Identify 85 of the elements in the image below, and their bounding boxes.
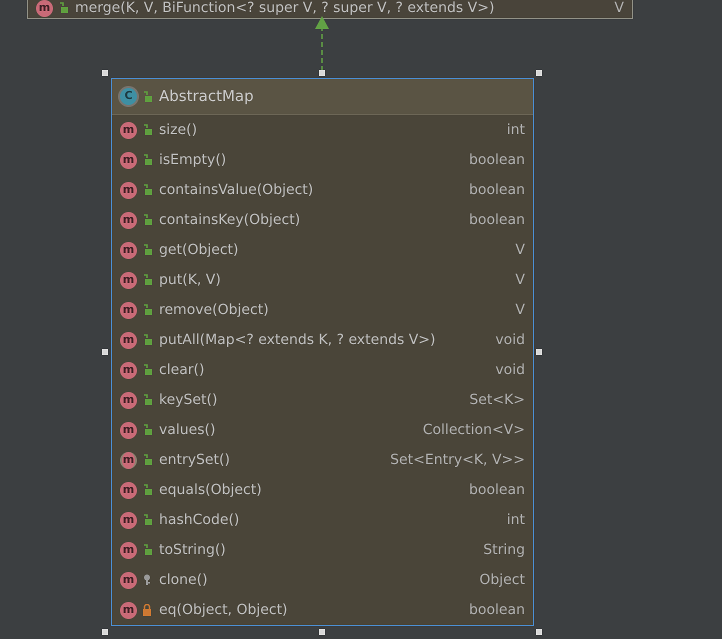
method-icon: m	[120, 332, 137, 348]
class-icon: C	[120, 88, 137, 105]
method-name: equals(Object)	[159, 480, 262, 500]
method-icon: m	[36, 0, 53, 16]
unlocked-padlock-icon	[142, 424, 152, 436]
unlocked-padlock-icon	[142, 514, 152, 526]
return-type: int	[506, 120, 525, 140]
unlocked-padlock-icon	[142, 244, 152, 256]
return-type: void	[495, 330, 525, 350]
unlocked-padlock-icon	[142, 544, 152, 556]
method-name: toString()	[159, 540, 226, 560]
return-type: V	[515, 300, 525, 320]
return-type: V	[515, 270, 525, 290]
method-icon: m	[120, 362, 137, 378]
method-icon: m	[120, 272, 137, 288]
method-icon: m	[120, 242, 137, 258]
method-icon: m	[120, 122, 137, 138]
unlocked-padlock-icon	[142, 454, 152, 466]
method-name: clear()	[159, 360, 204, 380]
method-name: hashCode()	[159, 510, 240, 530]
return-type: Object	[479, 570, 525, 590]
resize-handle[interactable]	[102, 70, 108, 76]
method-icon: m	[120, 512, 137, 528]
method-icon: m	[120, 422, 137, 438]
method-icon: m	[120, 212, 137, 228]
unlocked-padlock-icon	[142, 364, 152, 376]
resize-handle[interactable]	[102, 349, 108, 355]
return-type: Set<Entry<K, V>>	[390, 450, 525, 470]
return-type: int	[506, 510, 525, 530]
resize-handle[interactable]	[102, 629, 108, 635]
method-name: containsValue(Object)	[159, 180, 314, 200]
return-type: String	[483, 540, 525, 560]
method-name: keySet()	[159, 390, 218, 410]
return-type: void	[495, 360, 525, 380]
return-type: Collection<V>	[422, 420, 525, 440]
unlocked-padlock-icon	[58, 2, 68, 14]
unlocked-padlock-icon	[142, 184, 152, 196]
padlock-icon	[142, 604, 152, 616]
resize-handle[interactable]	[319, 70, 325, 76]
return-type: V	[515, 240, 525, 260]
implements-arrow	[315, 16, 329, 72]
resize-handle[interactable]	[536, 349, 542, 355]
return-type: boolean	[469, 180, 525, 200]
method-name: remove(Object)	[159, 300, 269, 320]
return-type: boolean	[469, 600, 525, 620]
unlocked-padlock-icon	[142, 394, 152, 406]
unlocked-padlock-icon	[142, 214, 152, 226]
method-name: merge(K, V, BiFunction<? super V, ? super V, ? extends V>)	[75, 0, 494, 18]
method-name: putAll(Map<? extends K, ? extends V>)	[159, 330, 436, 350]
return-type: boolean	[469, 150, 525, 170]
method-name: entrySet()	[159, 450, 230, 470]
unlocked-padlock-icon	[142, 154, 152, 166]
return-type: Set<K>	[469, 390, 525, 410]
class-box[interactable]	[111, 78, 534, 626]
resize-handle[interactable]	[536, 629, 542, 635]
return-type: V	[614, 0, 624, 18]
resize-handle[interactable]	[319, 629, 325, 635]
method-icon: m	[120, 602, 137, 618]
method-icon: m	[120, 302, 137, 318]
method-icon: m	[120, 542, 137, 558]
method-icon: m	[120, 152, 137, 168]
method-name: put(K, V)	[159, 270, 221, 290]
method-name: get(Object)	[159, 240, 239, 260]
unlocked-padlock-icon	[142, 304, 152, 316]
method-name: eq(Object, Object)	[159, 600, 288, 620]
method-icon: m	[120, 182, 137, 198]
method-name: values()	[159, 420, 216, 440]
method-name: isEmpty()	[159, 150, 226, 170]
unlocked-padlock-icon	[142, 274, 152, 286]
return-type: boolean	[469, 480, 525, 500]
class-name: AbstractMap	[159, 86, 254, 108]
unlocked-padlock-icon	[142, 334, 152, 346]
return-type: boolean	[469, 210, 525, 230]
method-name: containsKey(Object)	[159, 210, 300, 230]
method-icon: m	[120, 392, 137, 408]
unlocked-padlock-icon	[142, 124, 152, 136]
method-name: clone()	[159, 570, 208, 590]
method-name: size()	[159, 120, 198, 140]
method-icon: m	[120, 482, 137, 498]
key-icon	[142, 574, 152, 586]
abstract-method-icon: m	[120, 452, 137, 468]
resize-handle[interactable]	[536, 70, 542, 76]
unlocked-padlock-icon	[142, 484, 152, 496]
method-icon: m	[120, 572, 137, 588]
unlocked-padlock-icon	[142, 90, 152, 102]
